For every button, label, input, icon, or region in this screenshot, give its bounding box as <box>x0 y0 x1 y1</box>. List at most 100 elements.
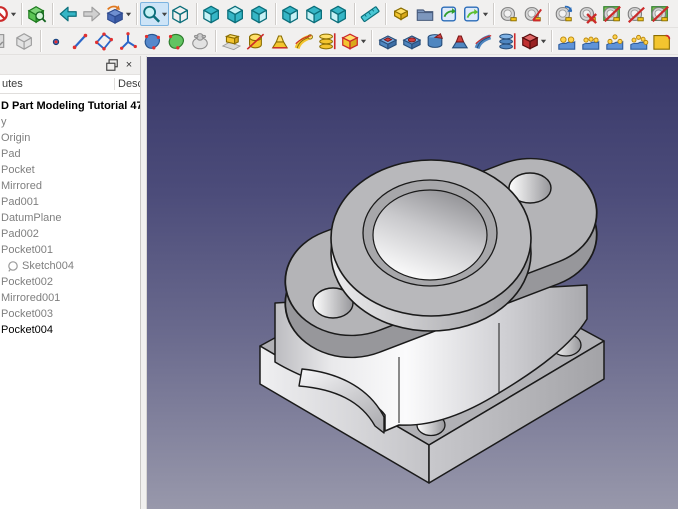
tree-item-pad002[interactable]: Pad002 <box>0 226 140 242</box>
column-header-attributes[interactable]: utes <box>0 78 114 90</box>
multi-transform-button[interactable] <box>627 29 651 53</box>
measure-linear-button[interactable] <box>497 2 521 26</box>
column-header-description[interactable]: Desc <box>114 78 140 90</box>
measure-angular-button[interactable] <box>521 2 545 26</box>
polar-pattern-button[interactable] <box>603 29 627 53</box>
navigate-forward-button[interactable] <box>80 2 104 26</box>
view-axonometric-button[interactable] <box>169 2 193 26</box>
create-group-button[interactable] <box>413 2 437 26</box>
tree-item-d-part-modeling-tutorial-47[interactable]: D Part Modeling Tutorial 47 <box>0 98 140 114</box>
create-body-button[interactable] <box>13 29 37 53</box>
measure-clear-all-button[interactable] <box>576 2 600 26</box>
model-tree: D Part Modeling Tutorial 47 y Origin Pad Poc… <box>0 94 140 338</box>
tree-item-y[interactable]: y <box>0 114 140 130</box>
zoom-tools-button[interactable] <box>140 1 169 26</box>
subtractive-loft-button[interactable] <box>447 29 471 53</box>
tree-item-pocket003[interactable]: Pocket003 <box>0 306 140 322</box>
pocket-button[interactable] <box>375 29 399 53</box>
tree-item-pocket002[interactable]: Pocket002 <box>0 274 140 290</box>
toolbar-overflow-icon-button[interactable] <box>651 29 675 53</box>
create-datum-point-icon <box>46 31 66 51</box>
tree-item-pad[interactable]: Pad <box>0 146 140 162</box>
pad-button[interactable] <box>219 29 243 53</box>
toggle-measurement-3d-button[interactable] <box>600 2 624 26</box>
subtractive-helix-button[interactable] <box>495 29 519 53</box>
zoom-tools-icon <box>141 4 161 24</box>
dropdown-caret-icon[interactable] <box>161 4 168 24</box>
make-link-button[interactable] <box>437 2 461 26</box>
create-datum-plane-icon <box>94 31 114 51</box>
toolbar-separator <box>21 2 22 25</box>
dropdown-caret-icon[interactable] <box>360 31 367 51</box>
create-clone-button[interactable] <box>188 29 212 53</box>
tree-item-label: Pocket002 <box>1 276 53 288</box>
view-bottom-button[interactable] <box>303 2 327 26</box>
toggle-measurement-overflow-icon <box>650 4 670 24</box>
additive-loft-button[interactable] <box>267 29 291 53</box>
3d-viewport[interactable] <box>147 57 678 509</box>
measure-distance-button[interactable] <box>358 2 382 26</box>
revolution-button[interactable] <box>243 29 267 53</box>
measure-refresh-button[interactable] <box>552 2 576 26</box>
tree-item-label: Pad002 <box>1 228 39 240</box>
toolbar-cut-icon-button[interactable] <box>0 29 13 53</box>
tree-item-label: D Part Modeling Tutorial 47 <box>1 100 140 112</box>
dropdown-caret-icon[interactable] <box>482 4 489 24</box>
panel-close-icon[interactable]: × <box>122 58 136 72</box>
toolbar-separator <box>385 2 386 25</box>
create-sub-shape-binder-button[interactable] <box>164 29 188 53</box>
draw-style-button[interactable] <box>0 2 18 26</box>
linear-pattern-button[interactable] <box>579 29 603 53</box>
navigate-back-button[interactable] <box>56 2 80 26</box>
subtractive-pipe-button[interactable] <box>471 29 495 53</box>
toggle-measurement-delta-icon <box>626 4 646 24</box>
create-shape-binder-icon <box>142 31 162 51</box>
tree-item-mirrored001[interactable]: Mirrored001 <box>0 290 140 306</box>
additive-pipe-button[interactable] <box>291 29 315 53</box>
tree-item-pocket001[interactable]: Pocket001 <box>0 242 140 258</box>
dropdown-caret-icon[interactable] <box>125 4 132 24</box>
view-left-button[interactable] <box>327 2 351 26</box>
create-datum-line-button[interactable] <box>68 29 92 53</box>
navigate-back-icon <box>58 4 78 24</box>
toggle-measurement-overflow-button[interactable] <box>648 2 672 26</box>
additive-primitive-button[interactable] <box>339 29 368 53</box>
toolbar-separator <box>136 2 137 25</box>
tree-item-label: DatumPlane <box>1 212 62 224</box>
tree-item-origin[interactable]: Origin <box>0 130 140 146</box>
view-front-button[interactable] <box>200 2 224 26</box>
dropdown-caret-icon[interactable] <box>10 4 17 24</box>
dropdown-caret-icon[interactable] <box>540 31 547 51</box>
create-datum-point-button[interactable] <box>44 29 68 53</box>
view-right-button[interactable] <box>248 2 272 26</box>
tree-item-pocket[interactable]: Pocket <box>0 162 140 178</box>
subtractive-primitive-button[interactable] <box>519 29 548 53</box>
view-axonometric-icon <box>171 4 191 24</box>
create-shape-binder-button[interactable] <box>140 29 164 53</box>
tree-item-mirrored[interactable]: Mirrored <box>0 178 140 194</box>
hole-button[interactable] <box>399 29 423 53</box>
toolbar-separator <box>215 30 216 52</box>
create-part-button[interactable] <box>389 2 413 26</box>
additive-helix-button[interactable] <box>315 29 339 53</box>
hole-icon <box>401 31 421 51</box>
panel-float-icon[interactable] <box>105 58 119 72</box>
measure-angular-icon <box>523 4 543 24</box>
view-fit-all-button[interactable] <box>25 2 49 26</box>
create-datum-plane-button[interactable] <box>92 29 116 53</box>
view-rear-button[interactable] <box>279 2 303 26</box>
tree-item-label: y <box>1 116 7 128</box>
tree-item-label: Pad001 <box>1 196 39 208</box>
tree-item-datumplane[interactable]: DatumPlane <box>0 210 140 226</box>
go-to-linked-object-button[interactable] <box>104 2 133 26</box>
tree-item-pocket004[interactable]: Pocket004 <box>0 322 140 338</box>
tree-item-pad001[interactable]: Pad001 <box>0 194 140 210</box>
create-local-coordinate-system-button[interactable] <box>116 29 140 53</box>
toggle-measurement-delta-button[interactable] <box>624 2 648 26</box>
groove-button[interactable] <box>423 29 447 53</box>
view-top-button[interactable] <box>224 2 248 26</box>
tree-item-sketch004[interactable]: Sketch004 <box>0 258 140 274</box>
make-sub-link-button[interactable] <box>461 2 490 26</box>
mirrored-transform-button[interactable] <box>555 29 579 53</box>
toolbar-part-design <box>0 28 678 55</box>
